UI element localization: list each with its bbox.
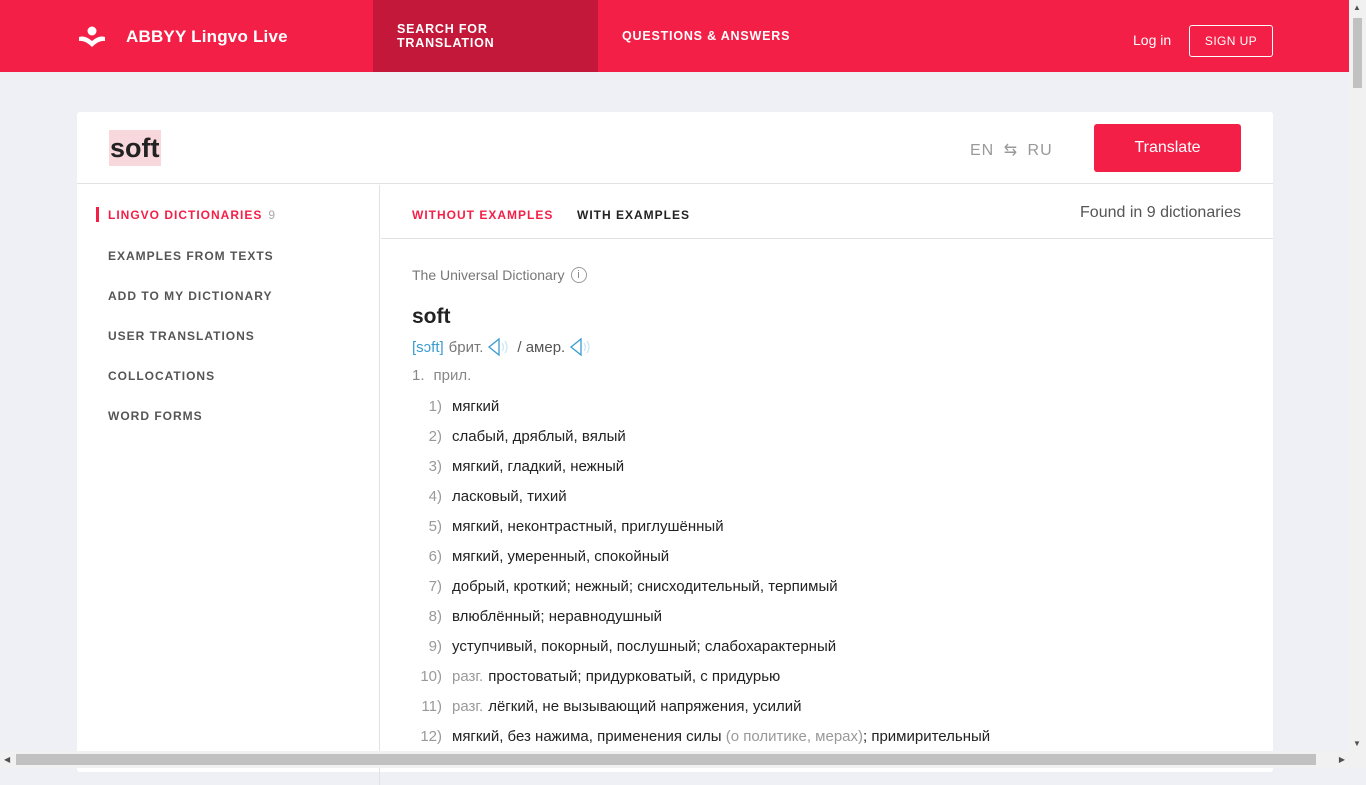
meaning-item: 7) добрый, кроткий; нежный; снисходительн… [412, 571, 1273, 601]
dictionary-entry: The Universal Dictionary i soft [sɔft] бр… [412, 267, 1273, 751]
meaning-text: добрый, кроткий; нежный; снисходительный… [452, 577, 838, 595]
meaning-text: мягкий [452, 397, 500, 415]
meaning-number: 1) [428, 397, 442, 415]
horizontal-scroll-thumb[interactable] [16, 754, 1316, 765]
amer-label: / амер. [517, 338, 566, 356]
meaning-item: 3) мягкий, гладкий, нежный [412, 451, 1273, 481]
tabs-bar: WITHOUT EXAMPLES WITH EXAMPLES Found in … [381, 185, 1273, 239]
part-of-speech: 1. прил. [412, 367, 1273, 384]
meaning-item: 6) мягкий, умеренный, спокойный [412, 541, 1273, 571]
scroll-left-icon[interactable]: ◀ [4, 755, 10, 764]
info-icon[interactable]: i [570, 267, 587, 283]
logo-text: ABBYY Lingvo Live [126, 27, 288, 46]
meaning-number: 3) [428, 457, 442, 475]
sidebar-item-lingvo-dictionaries[interactable]: LINGVO DICTIONARIES 9 [96, 207, 277, 222]
sidebar-item-word-forms[interactable]: WORD FORMS [108, 409, 203, 423]
meaning-item: 1) мягкий [412, 391, 1273, 421]
found-count: Found in 9 dictionaries [1080, 204, 1241, 221]
swap-arrows-icon[interactable]: ⇆ [1004, 142, 1018, 159]
logo[interactable]: ABBYY Lingvo Live [78, 26, 288, 48]
meaning-number: 4) [428, 487, 442, 505]
speaker-icon[interactable] [487, 337, 511, 357]
vertical-scroll-thumb[interactable] [1353, 18, 1362, 88]
sidebar: LINGVO DICTIONARIES 9 EXAMPLES FROM TEXTS… [77, 185, 380, 785]
usage-label: разг. [452, 667, 484, 685]
top-header: ABBYY Lingvo Live SEARCH FOR TRANSLATION… [0, 0, 1349, 72]
sidebar-item-examples[interactable]: EXAMPLES FROM TEXTS [108, 249, 274, 263]
meaning-item: 12) мягкий, без нажима, применения силы (… [412, 721, 1273, 751]
book-person-icon [79, 26, 105, 47]
meaning-text: простоватый; придурковатый, с придурью [488, 667, 781, 685]
pronunciation: [sɔft] брит. / амер. [412, 337, 1273, 357]
meaning-number: 7) [428, 577, 442, 595]
meaning-text: лёгкий, не вызывающий напряжения, усилий [488, 697, 802, 715]
dictionary-title: The Universal Dictionary [412, 267, 565, 283]
meaning-number: 8) [428, 607, 442, 625]
meaning-text-tail: ; примирительный [863, 727, 991, 745]
active-indicator [96, 207, 99, 222]
pos-label: прил. [433, 367, 472, 384]
meaning-number: 10) [420, 667, 442, 685]
meaning-item: 10) разг. простоватый; придурковатый, с пр… [412, 661, 1273, 691]
meaning-item: 2) слабый, дряблый, вялый [412, 421, 1273, 451]
tab-with-examples[interactable]: WITH EXAMPLES [577, 208, 690, 222]
usage-label: разг. [452, 697, 484, 715]
meaning-number: 12) [420, 727, 442, 745]
login-link[interactable]: Log in [1133, 32, 1171, 48]
tab-without-examples[interactable]: WITHOUT EXAMPLES [412, 208, 553, 222]
meaning-text: мягкий, без нажима, применения силы [452, 727, 726, 745]
meaning-text: слабый, дряблый, вялый [452, 427, 626, 445]
meaning-number: 6) [428, 547, 442, 565]
sidebar-item-user-translations[interactable]: USER TRANSLATIONS [108, 329, 255, 343]
signup-button[interactable]: SIGN UP [1189, 25, 1273, 57]
sidebar-item-add-to-dictionary[interactable]: ADD TO MY DICTIONARY [108, 289, 272, 303]
meaning-text: влюблённый; неравнодушный [452, 607, 663, 625]
meaning-text: мягкий, неконтрастный, приглушённый [452, 517, 724, 535]
vertical-scrollbar[interactable]: ▲ ▼ [1349, 0, 1366, 768]
meaning-number: 2) [428, 427, 442, 445]
nav-search-for-translation[interactable]: SEARCH FOR TRANSLATION [373, 0, 598, 72]
pos-number: 1. [412, 367, 425, 384]
headword: soft [412, 305, 451, 328]
meaning-text: ласковый, тихий [452, 487, 567, 505]
search-row: soft EN ⇆ RU Translate [77, 112, 1273, 184]
meaning-item: 5) мягкий, неконтрастный, приглушённый [412, 511, 1273, 541]
sidebar-item-label: LINGVO DICTIONARIES [108, 208, 263, 222]
language-switch[interactable]: EN ⇆ RU [970, 140, 1053, 160]
meaning-number: 9) [428, 637, 442, 655]
dictionary-name: The Universal Dictionary i [412, 267, 1273, 283]
dictionary-count: 9 [268, 208, 277, 222]
speaker-icon[interactable] [569, 337, 593, 357]
meaning-text: уступчивый, покорный, послушный; слабоха… [452, 637, 837, 655]
meaning-text: мягкий, гладкий, нежный [452, 457, 625, 475]
meaning-text: мягкий, умеренный, спокойный [452, 547, 670, 565]
brit-label: брит. [448, 338, 484, 356]
transcription: [sɔft] [412, 338, 444, 356]
nav-questions-answers[interactable]: QUESTIONS & ANSWERS [598, 0, 814, 72]
meaning-item: 8) влюблённый; неравнодушный [412, 601, 1273, 631]
meaning-note: (о политике, мерах) [725, 727, 863, 745]
meanings-list: 1) мягкий 2) слабый, дряблый, вялый 3) мягк… [412, 391, 1273, 751]
meaning-number: 5) [428, 517, 442, 535]
horizontal-scrollbar[interactable]: ◀ ▶ [0, 751, 1349, 768]
target-language[interactable]: RU [1028, 142, 1053, 159]
scroll-down-icon[interactable]: ▼ [1353, 739, 1361, 748]
source-language[interactable]: EN [970, 142, 994, 159]
scroll-up-icon[interactable]: ▲ [1353, 3, 1361, 12]
search-input[interactable]: soft [109, 130, 161, 166]
meaning-item: 11) разг. лёгкий, не вызывающий напряжения… [412, 691, 1273, 721]
main-card: soft EN ⇆ RU Translate LINGVO DICTIONARI… [77, 112, 1273, 785]
meaning-number: 11) [421, 697, 442, 715]
translate-button[interactable]: Translate [1094, 124, 1241, 172]
meaning-item: 9) уступчивый, покорный, послушный; слабо… [412, 631, 1273, 661]
scroll-right-icon[interactable]: ▶ [1339, 755, 1345, 764]
meaning-item: 4) ласковый, тихий [412, 481, 1273, 511]
sidebar-item-collocations[interactable]: COLLOCATIONS [108, 369, 215, 383]
